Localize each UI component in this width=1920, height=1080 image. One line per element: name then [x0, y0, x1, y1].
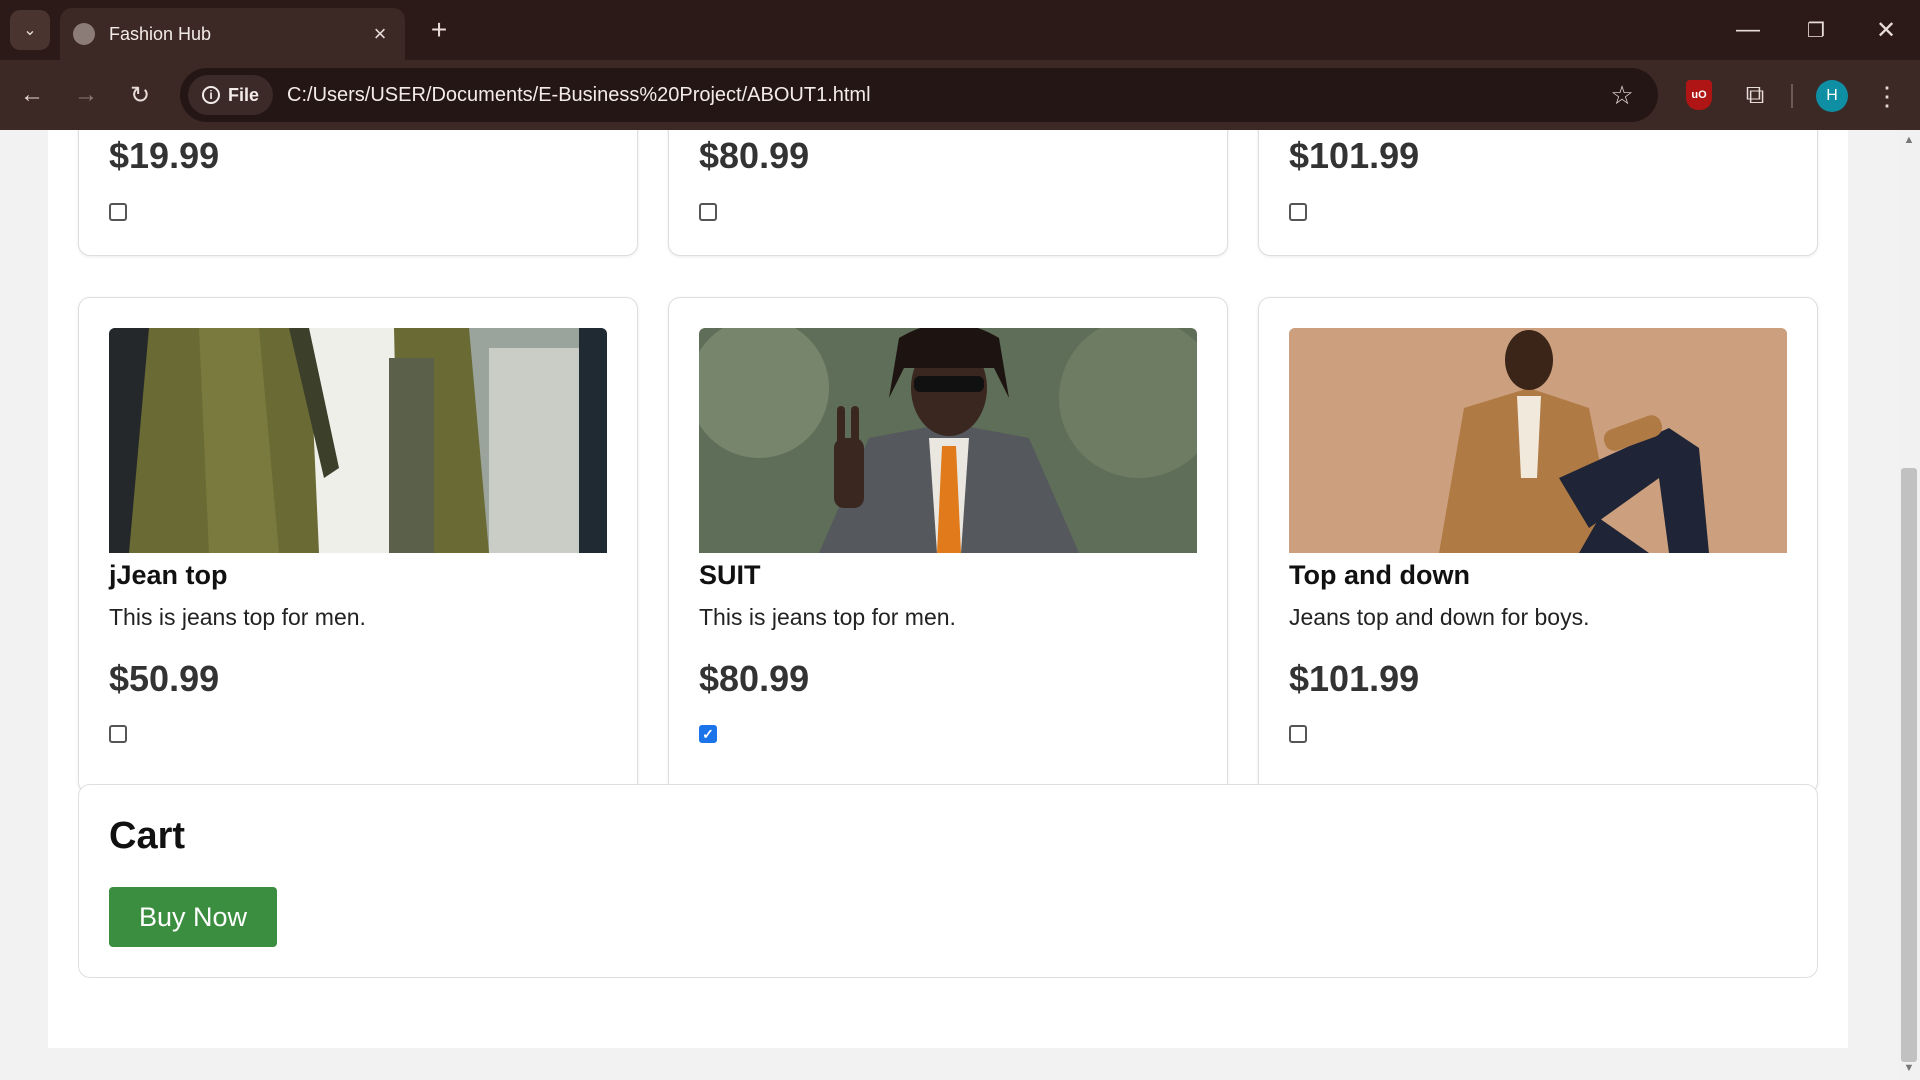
ublock-extension-icon[interactable]: uO	[1686, 80, 1712, 110]
product-price: $19.99	[109, 135, 220, 176]
arrow-left-icon: ←	[20, 81, 44, 108]
buy-now-button[interactable]: Buy Now	[109, 887, 277, 947]
globe-icon	[73, 23, 95, 45]
cart-section: Cart Buy Now	[78, 784, 1818, 978]
product-name: Top and down	[1289, 560, 1470, 590]
product-price: $50.99	[109, 658, 220, 699]
arrow-right-icon: →	[74, 81, 98, 108]
new-tab-button[interactable]: +	[424, 14, 454, 46]
url-text[interactable]: C:/Users/USER/Documents/E-Business%20Pro…	[287, 84, 1602, 107]
toolbar-divider	[1791, 84, 1793, 108]
product-checkbox[interactable]	[109, 725, 127, 743]
product-checkbox[interactable]	[1289, 725, 1307, 743]
restore-icon: ❐	[1807, 19, 1825, 42]
more-menu-icon[interactable]: ⋮	[1872, 78, 1902, 114]
close-window-button[interactable]: ✕	[1862, 12, 1910, 48]
checkmark-icon: ✓	[702, 725, 714, 742]
tab-search-button[interactable]: ⌄	[10, 10, 50, 50]
product-card: SUIT This is jeans top for men. $80.99 ✓	[668, 297, 1228, 794]
scroll-up-icon[interactable]: ▲	[1902, 134, 1916, 146]
products-container: $19.99 $80.99 $101.99 jJean top This is …	[48, 130, 1848, 1048]
product-price: $80.99	[699, 135, 810, 176]
man-sunglasses-leather-jacket-photo	[699, 328, 1197, 553]
extensions-puzzle-icon[interactable]: ⧉	[1738, 78, 1772, 112]
tab-title: Fashion Hub	[109, 23, 212, 44]
scrollbar-thumb[interactable]	[1901, 468, 1917, 1062]
product-card: Top and down Jeans top and down for boys…	[1258, 297, 1818, 794]
man-tan-shirt-photo	[1289, 328, 1787, 553]
reload-icon: ↻	[129, 81, 151, 109]
product-price: $80.99	[699, 658, 810, 699]
close-icon: ✕	[1875, 16, 1897, 44]
forward-button[interactable]: →	[68, 77, 104, 113]
address-bar[interactable]: i File C:/Users/USER/Documents/E-Busines…	[180, 68, 1658, 122]
reload-button[interactable]: ↻	[122, 77, 158, 113]
star-icon[interactable]: ☆	[1602, 80, 1642, 111]
cart-title: Cart	[109, 815, 186, 857]
product-price: $101.99	[1289, 135, 1420, 176]
back-button[interactable]: ←	[14, 77, 50, 113]
product-name: SUIT	[699, 560, 761, 590]
product-price: $101.99	[1289, 658, 1420, 699]
product-description: Jeans top and down for boys.	[1289, 604, 1590, 630]
page-viewport: $19.99 $80.99 $101.99 jJean top This is …	[0, 130, 1898, 1080]
tab-strip: ⌄ Fashion Hub × + — ❐ ✕	[0, 0, 1920, 60]
close-icon[interactable]: ×	[369, 21, 391, 47]
product-card: jJean top This is jeans top for men. $50…	[78, 297, 638, 794]
page-scrollbar[interactable]: ▲ ▼	[1898, 130, 1920, 1080]
product-card: $80.99	[668, 130, 1228, 256]
ublock-label: uO	[1691, 89, 1707, 101]
file-label: File	[228, 84, 260, 105]
product-name: jJean top	[109, 560, 228, 590]
info-icon: i	[202, 86, 220, 104]
minimize-icon: —	[1736, 16, 1760, 43]
browser-toolbar: ← → ↻ i File C:/Users/USER/Documents/E-B…	[0, 60, 1920, 130]
profile-avatar[interactable]: H	[1816, 80, 1848, 112]
product-checkbox-checked[interactable]: ✓	[699, 725, 717, 743]
chevron-down-icon: ⌄	[23, 22, 37, 39]
man-olive-jacket-photo	[109, 328, 607, 553]
browser-tab[interactable]: Fashion Hub ×	[60, 8, 405, 60]
product-card: $19.99	[78, 130, 638, 256]
product-card: $101.99	[1258, 130, 1818, 256]
product-checkbox[interactable]	[1289, 203, 1307, 221]
product-checkbox[interactable]	[699, 203, 717, 221]
product-checkbox[interactable]	[109, 203, 127, 221]
scroll-down-icon[interactable]: ▼	[1902, 1062, 1916, 1074]
product-description: This is jeans top for men.	[109, 604, 366, 630]
product-description: This is jeans top for men.	[699, 604, 956, 630]
restore-button[interactable]: ❐	[1792, 12, 1840, 48]
plus-icon: +	[430, 14, 448, 45]
site-info-chip[interactable]: i File	[188, 75, 274, 115]
minimize-button[interactable]: —	[1724, 12, 1772, 48]
